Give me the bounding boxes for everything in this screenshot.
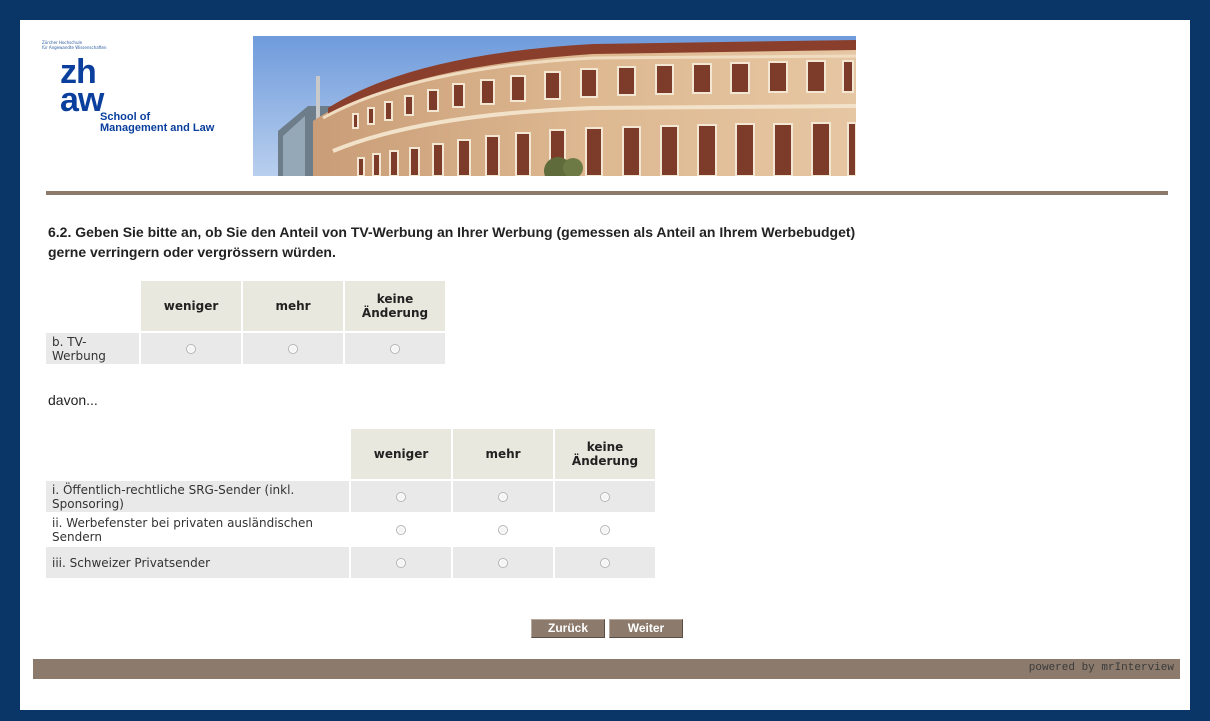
question-text: 6.2. Geben Sie bitte an, ob Sie den Ante… <box>48 224 856 260</box>
row-label: iii. Schweizer Privatsender <box>46 547 349 578</box>
radio-button[interactable] <box>396 525 406 535</box>
column-header-mehr: mehr <box>453 429 553 479</box>
zhaw-logo: Zürcher Hochschule für Angewandte Wissen… <box>42 40 242 160</box>
row-label: i. Öffentlich-rechtliche SRG-Sender (ink… <box>46 481 349 512</box>
radio-button[interactable] <box>288 344 298 354</box>
back-button[interactable]: Zurück <box>531 619 605 638</box>
column-header-mehr: mehr <box>243 281 343 331</box>
logo-small-text: Zürcher Hochschule für Angewandte Wissen… <box>42 40 107 50</box>
footer-bar: powered by mrInterview <box>33 659 1180 679</box>
table-row: i. Öffentlich-rechtliche SRG-Sender (ink… <box>46 481 655 512</box>
logo-aw: aw <box>60 81 104 119</box>
table-row: b. TV-Werbung <box>46 333 445 364</box>
next-button[interactable]: Weiter <box>609 619 683 638</box>
radio-button[interactable] <box>498 525 508 535</box>
radio-button[interactable] <box>396 558 406 568</box>
table-row: iii. Schweizer Privatsender <box>46 547 655 578</box>
column-header-keine-aenderung: keine Änderung <box>555 429 655 479</box>
column-header-keine-aenderung: keine Änderung <box>345 281 445 331</box>
row-label: ii. Werbefenster bei privaten ausländisc… <box>46 514 349 545</box>
powered-by-text: powered by mrInterview <box>1028 662 1174 674</box>
sender-grid: weniger mehr keine Änderung i. Öffentlich… <box>44 427 657 580</box>
header-divider <box>46 191 1168 195</box>
davon-label: davon... <box>48 392 98 408</box>
tv-werbung-grid: weniger mehr keine Änderung b. TV-Werbung <box>44 279 447 366</box>
survey-page: Zürcher Hochschule für Angewandte Wissen… <box>20 20 1190 710</box>
school-name: School of Management and Law <box>100 111 215 134</box>
radio-button[interactable] <box>498 558 508 568</box>
radio-button[interactable] <box>600 492 610 502</box>
table-row: ii. Werbefenster bei privaten ausländisc… <box>46 514 655 545</box>
radio-button[interactable] <box>600 558 610 568</box>
radio-button[interactable] <box>498 492 508 502</box>
radio-button[interactable] <box>396 492 406 502</box>
column-header-weniger: weniger <box>351 429 451 479</box>
radio-button[interactable] <box>186 344 196 354</box>
header-banner-image <box>253 36 856 176</box>
column-header-weniger: weniger <box>141 281 241 331</box>
radio-button[interactable] <box>600 525 610 535</box>
radio-button[interactable] <box>390 344 400 354</box>
row-label: b. TV-Werbung <box>46 333 139 364</box>
